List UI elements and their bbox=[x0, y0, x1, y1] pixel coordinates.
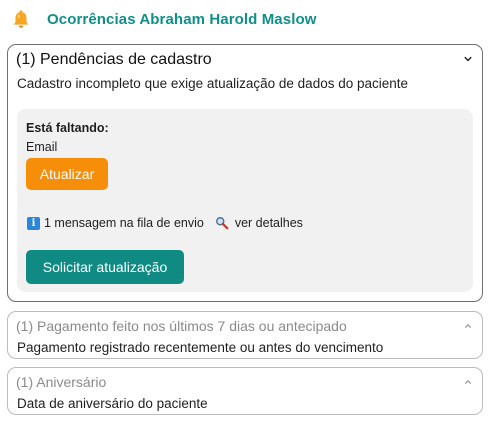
card-description: Pagamento registrado recentemente ou ant… bbox=[17, 340, 384, 355]
chevron-down-icon[interactable] bbox=[464, 55, 472, 63]
view-details-link[interactable]: ver detalhes bbox=[235, 216, 303, 230]
card-title[interactable]: (1) Pagamento feito nos últimos 7 dias o… bbox=[16, 318, 347, 334]
card-description: Cadastro incompleto que exige atualizaçã… bbox=[17, 76, 409, 91]
request-update-button[interactable]: Solicitar atualização bbox=[26, 250, 184, 284]
bell-icon bbox=[13, 10, 29, 28]
occurrence-card-birthday[interactable]: (1) Aniversário Data de aniversário do p… bbox=[7, 367, 483, 415]
occurrence-card-registration: (1) Pendências de cadastro Cadastro inco… bbox=[7, 44, 483, 302]
occurrence-card-payment[interactable]: (1) Pagamento feito nos últimos 7 dias o… bbox=[7, 311, 483, 359]
page-header: Ocorrências Abraham Harold Maslow bbox=[10, 6, 317, 32]
chevron-up-icon[interactable] bbox=[464, 322, 472, 330]
card-description: Data de aniversário do paciente bbox=[17, 396, 208, 411]
missing-label: Está faltando: bbox=[26, 121, 109, 135]
update-button[interactable]: Atualizar bbox=[26, 158, 108, 190]
card-title[interactable]: (1) Aniversário bbox=[16, 374, 106, 390]
page-title: Ocorrências Abraham Harold Maslow bbox=[47, 10, 317, 28]
info-icon: i bbox=[27, 216, 40, 230]
pending-details-panel: Está faltando: Email Atualizar i 1 mensa… bbox=[17, 109, 473, 292]
card-title[interactable]: (1) Pendências de cadastro bbox=[16, 51, 212, 69]
queue-status-text: 1 mensagem na fila de envio bbox=[44, 216, 204, 230]
magnifier-icon[interactable] bbox=[215, 216, 229, 230]
chevron-up-icon[interactable] bbox=[464, 378, 472, 386]
message-queue-row: i 1 mensagem na fila de envio ver detalh… bbox=[27, 216, 303, 230]
missing-field-value: Email bbox=[26, 140, 58, 154]
